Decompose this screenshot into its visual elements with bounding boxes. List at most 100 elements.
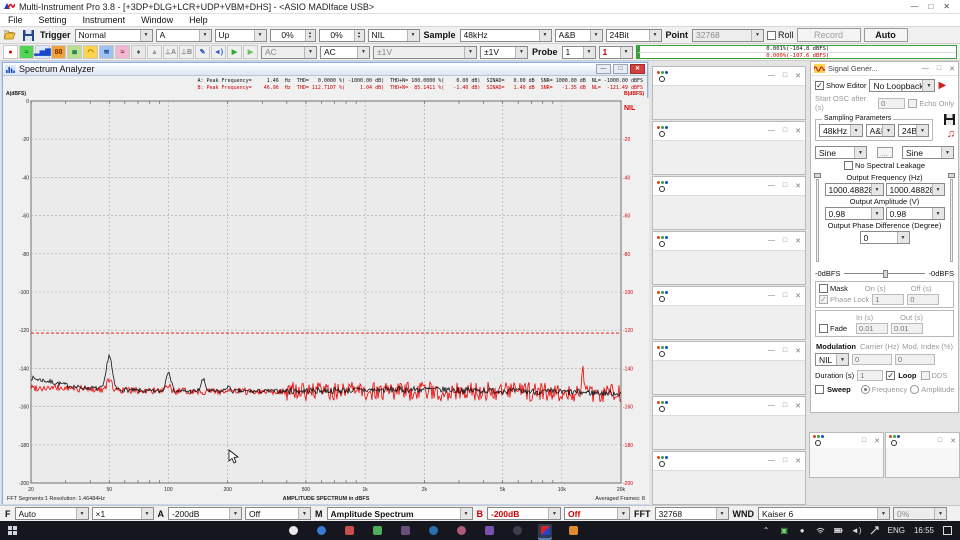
- siggen-save-icon[interactable]: [944, 114, 955, 127]
- show-editor-checkbox[interactable]: [815, 81, 824, 90]
- panel-maximize-icon[interactable]: □: [862, 437, 866, 445]
- panel-minimize-icon[interactable]: —: [768, 347, 775, 355]
- panel-maximize-icon[interactable]: □: [783, 127, 787, 135]
- amplitude-b-select[interactable]: 0.98▼: [886, 207, 945, 220]
- run-cursor-icon[interactable]: ▶: [243, 45, 258, 59]
- waveform-b-select[interactable]: Sine▼: [902, 146, 954, 159]
- panel-maximize-icon[interactable]: □: [783, 72, 787, 80]
- panel-minimize-icon[interactable]: —: [768, 402, 775, 410]
- app-icon-2[interactable]: [314, 524, 328, 538]
- waterfall-icon[interactable]: ≋: [99, 45, 114, 59]
- siggen-channels-select[interactable]: A&B▼: [866, 124, 895, 137]
- fft-size-select[interactable]: 32768▼: [655, 507, 729, 520]
- music-note-icon[interactable]: ♫: [947, 128, 955, 140]
- cursor-b-icon[interactable]: ⊥B: [179, 45, 194, 59]
- cursor-a-icon[interactable]: ⊥A: [163, 45, 178, 59]
- panel-close-icon[interactable]: ✕: [795, 72, 801, 80]
- amplitude-slider-b[interactable]: [947, 172, 956, 262]
- tray-chevron-up-icon[interactable]: ⌃: [762, 526, 771, 535]
- coupling-b-select[interactable]: AC▼: [320, 46, 370, 59]
- panel-titlebar[interactable]: — □ ✕: [653, 397, 805, 415]
- panel-minimize-icon[interactable]: —: [768, 72, 775, 80]
- balance-slider[interactable]: [844, 269, 924, 278]
- minimize-button[interactable]: —: [910, 2, 918, 11]
- save-icon[interactable]: [21, 28, 36, 42]
- spectrum-window-titlebar[interactable]: Spectrum Analyzer — □ ✕: [3, 63, 647, 76]
- app-icon-6[interactable]: [426, 524, 440, 538]
- spectrum-plot[interactable]: 0-20-20-40-40-60-60-80-80-100-100-120-12…: [3, 98, 649, 504]
- b-range-select[interactable]: -200dB▼: [487, 507, 561, 520]
- panel-maximize-icon[interactable]: □: [783, 402, 787, 410]
- app-icon-10[interactable]: [566, 524, 580, 538]
- multi-instrument-taskbar-icon[interactable]: [538, 524, 552, 538]
- multimeter-icon[interactable]: 88: [51, 45, 66, 59]
- menu-help[interactable]: Help: [181, 15, 216, 25]
- panel-minimize-icon[interactable]: —: [768, 127, 775, 135]
- volume-icon[interactable]: ◄): [852, 526, 861, 535]
- menu-file[interactable]: File: [0, 15, 31, 25]
- waveform-a-select[interactable]: Sine▼: [815, 146, 867, 159]
- app-icon-4[interactable]: [370, 524, 384, 538]
- close-button[interactable]: ✕: [943, 2, 950, 11]
- spectrum-restore-button[interactable]: □: [613, 64, 628, 74]
- panel-maximize-icon[interactable]: □: [783, 292, 787, 300]
- amplitude-slider-a[interactable]: [813, 172, 822, 262]
- notification-icon[interactable]: [943, 526, 952, 535]
- trigger-hpf-select[interactable]: NIL▼: [368, 29, 420, 42]
- panel-titlebar[interactable]: □✕: [810, 433, 883, 448]
- record-icon[interactable]: ●: [3, 45, 18, 59]
- roll-checkbox[interactable]: [767, 31, 776, 40]
- menu-window[interactable]: Window: [133, 15, 181, 25]
- wifi-icon[interactable]: [816, 526, 825, 535]
- a-range-select[interactable]: -200dB▼: [168, 507, 242, 520]
- panel-minimize-icon[interactable]: —: [768, 237, 775, 245]
- panel-titlebar[interactable]: —□✕: [653, 287, 805, 305]
- signal-generator-titlebar[interactable]: Signal Gener... —□✕: [811, 62, 958, 76]
- panel-close-icon[interactable]: ✕: [795, 402, 801, 410]
- device-test-plan-icon[interactable]: ♦: [131, 45, 146, 59]
- spectrum-analyzer-icon[interactable]: ▂▅▇: [35, 45, 50, 59]
- modulation-select[interactable]: NIL▼: [815, 353, 849, 366]
- frequency-b-select[interactable]: 1000.488281▼: [886, 183, 945, 196]
- siggen-maximize-icon[interactable]: □: [937, 65, 941, 73]
- app-icon-8[interactable]: [482, 524, 496, 538]
- spin-down-icon[interactable]: ▼: [357, 35, 361, 39]
- derived-data-icon[interactable]: ≈: [115, 45, 130, 59]
- link-icon[interactable]: [870, 526, 879, 535]
- frequency-a-select[interactable]: 1000.488281▼: [825, 183, 884, 196]
- amplitude-a-select[interactable]: 0.98▼: [825, 207, 884, 220]
- language-indicator[interactable]: ENG: [888, 526, 905, 535]
- fade-checkbox[interactable]: [819, 324, 828, 333]
- panel-close-icon[interactable]: ✕: [795, 237, 801, 245]
- xy-plot-icon[interactable]: ◠: [83, 45, 98, 59]
- panel-maximize-icon[interactable]: □: [783, 347, 787, 355]
- zoom-select[interactable]: ×1▼: [92, 507, 154, 520]
- spectrum-minimize-button[interactable]: —: [596, 64, 611, 74]
- trigger-mode-select[interactable]: Normal▼: [75, 29, 153, 42]
- sound-output-icon[interactable]: ◄): [211, 45, 226, 59]
- loopback-select[interactable]: No Loopback▼: [869, 79, 935, 92]
- sample-rate-select[interactable]: 48kHz▼: [460, 29, 552, 42]
- start-button[interactable]: [0, 526, 26, 536]
- channels-select[interactable]: A&B▼: [555, 29, 603, 42]
- tray-cloud-icon[interactable]: ●: [798, 526, 807, 535]
- panel-maximize-icon[interactable]: □: [783, 237, 787, 245]
- open-file-icon[interactable]: [3, 28, 18, 42]
- panel-titlebar[interactable]: — □ ✕: [653, 122, 805, 140]
- spin-down-icon[interactable]: ▼: [308, 35, 312, 39]
- run-icon[interactable]: ▶: [227, 45, 242, 59]
- panel-titlebar[interactable]: □✕: [886, 433, 959, 448]
- panel-titlebar[interactable]: —□✕: [653, 177, 805, 195]
- trigger-source-select[interactable]: A▼: [156, 29, 212, 42]
- b-compensation-select[interactable]: Off▼: [564, 507, 630, 520]
- panel-close-icon[interactable]: ✕: [874, 437, 880, 445]
- panel-close-icon[interactable]: ✕: [795, 127, 801, 135]
- siggen-minimize-icon[interactable]: —: [922, 65, 929, 73]
- siggen-close-icon[interactable]: ✕: [949, 65, 955, 73]
- app-icon-7[interactable]: [454, 524, 468, 538]
- panel-close-icon[interactable]: ✕: [795, 292, 801, 300]
- app-icon-3[interactable]: [342, 524, 356, 538]
- probe-cal-icon[interactable]: ✎: [195, 45, 210, 59]
- phase-select[interactable]: 0▼: [860, 231, 910, 244]
- mask-checkbox[interactable]: [819, 284, 828, 293]
